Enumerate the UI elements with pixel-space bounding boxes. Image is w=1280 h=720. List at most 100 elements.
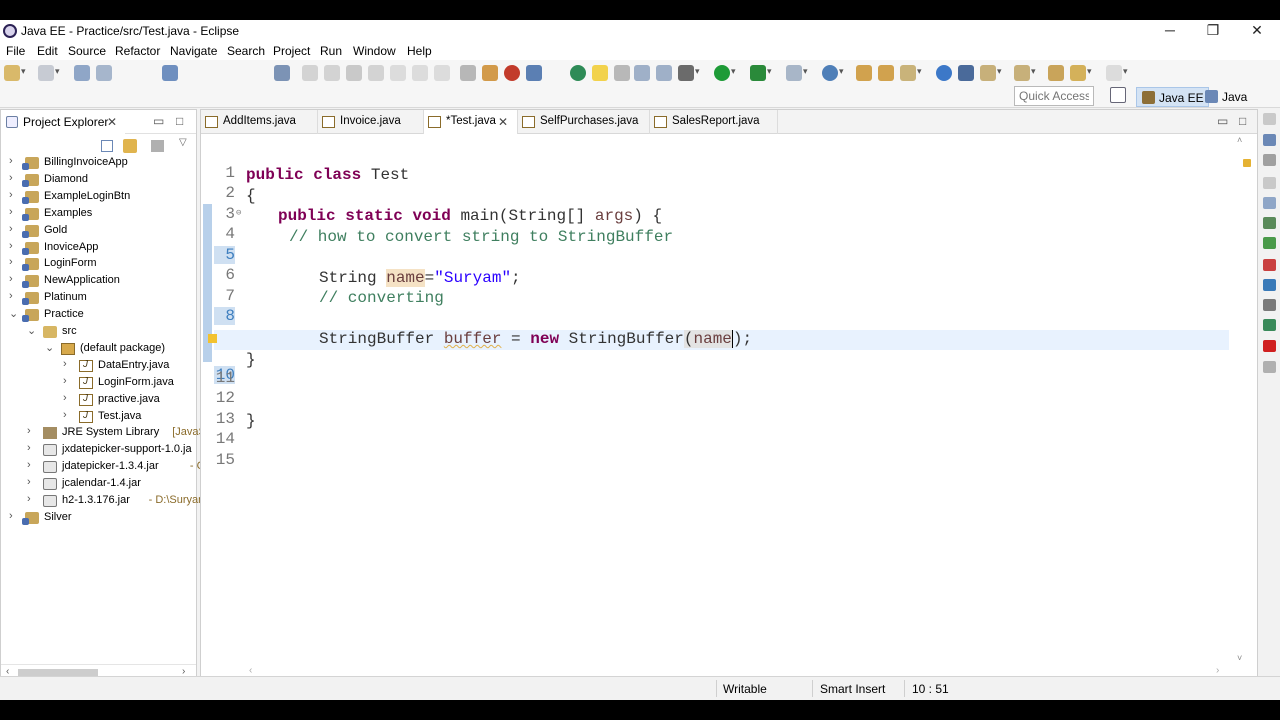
run-icon[interactable] xyxy=(714,65,736,81)
show-whitespace-icon[interactable] xyxy=(656,65,672,81)
javadoc-icon[interactable] xyxy=(1263,361,1276,373)
collapsed-arrow-icon[interactable]: › xyxy=(63,409,73,421)
new-file-icon[interactable] xyxy=(38,65,60,81)
tab-test[interactable]: *Test.java ✕ xyxy=(424,110,518,134)
skip-breakpoints-icon[interactable] xyxy=(274,65,290,81)
link-with-editor-icon[interactable] xyxy=(123,139,137,153)
collapsed-arrow-icon[interactable]: › xyxy=(9,510,19,522)
step-over-icon[interactable] xyxy=(412,65,428,81)
back-icon[interactable] xyxy=(1070,65,1092,81)
collapsed-arrow-icon[interactable]: › xyxy=(9,155,19,167)
new-icon[interactable] xyxy=(4,65,26,81)
collapsed-arrow-icon[interactable]: › xyxy=(27,459,37,471)
perspective-java-ee[interactable]: Java EE xyxy=(1136,87,1209,107)
search-tool-icon[interactable] xyxy=(900,65,922,81)
tab-selfpurchases[interactable]: SelfPurchases.java xyxy=(518,110,650,134)
step-into-icon[interactable] xyxy=(390,65,406,81)
collapsed-arrow-icon[interactable]: › xyxy=(27,493,37,505)
collapsed-arrow-icon[interactable]: › xyxy=(27,425,37,437)
scroll-right-icon[interactable]: › xyxy=(1216,665,1219,676)
maximize-button[interactable]: ❐ xyxy=(1193,21,1233,41)
save-icon[interactable] xyxy=(74,65,90,81)
highlight-icon[interactable] xyxy=(592,65,608,81)
markers-icon[interactable] xyxy=(1263,197,1276,209)
open-perspective-icon[interactable] xyxy=(570,65,586,81)
external-tools-icon[interactable] xyxy=(786,65,808,81)
step-return-icon[interactable] xyxy=(434,65,450,81)
use-step-filters-icon[interactable] xyxy=(460,65,476,81)
expanded-arrow-icon[interactable]: ⌄ xyxy=(27,324,37,337)
outline-icon[interactable] xyxy=(1263,134,1276,146)
warning-icon[interactable] xyxy=(208,334,217,343)
task-list-icon[interactable] xyxy=(1263,154,1276,166)
collapsed-arrow-icon[interactable]: › xyxy=(9,223,19,235)
open-perspective-button[interactable] xyxy=(1110,87,1126,103)
maximize-view-icon[interactable]: □ xyxy=(176,114,183,128)
filter-icon[interactable] xyxy=(151,140,164,152)
progress-icon[interactable] xyxy=(1263,319,1276,331)
fold-icon[interactable]: ⊖ xyxy=(236,208,241,218)
scroll-up-icon[interactable]: ˄ xyxy=(1237,135,1242,145)
disconnect-icon[interactable] xyxy=(368,65,384,81)
menu-search[interactable]: Search xyxy=(227,44,265,58)
forward-icon[interactable] xyxy=(1106,65,1128,81)
menu-source[interactable]: Source xyxy=(68,44,106,58)
collapsed-arrow-icon[interactable]: › xyxy=(9,172,19,184)
collapse-all-icon[interactable] xyxy=(101,140,113,152)
collapsed-arrow-icon[interactable]: › xyxy=(63,358,73,370)
minimize-editor-icon[interactable]: ▭ xyxy=(1217,114,1228,128)
last-edit-icon[interactable] xyxy=(1048,65,1064,81)
new-class-icon[interactable] xyxy=(822,65,844,81)
debug-icon[interactable] xyxy=(678,65,700,81)
menu-edit[interactable]: Edit xyxy=(37,44,58,58)
resume-icon[interactable] xyxy=(302,65,318,81)
restore-icon[interactable] xyxy=(1263,113,1276,125)
menu-run[interactable]: Run xyxy=(320,44,342,58)
maximize-editor-icon[interactable]: □ xyxy=(1239,114,1246,128)
scroll-down-icon[interactable]: ˅ xyxy=(1237,653,1242,663)
terminal-icon[interactable] xyxy=(162,65,178,81)
toggle-block-icon[interactable] xyxy=(634,65,650,81)
minimize-button[interactable]: ─ xyxy=(1150,21,1190,41)
close-window-button[interactable]: ✕ xyxy=(1237,21,1277,41)
menu-refactor[interactable]: Refactor xyxy=(115,44,160,58)
open-type-icon[interactable] xyxy=(856,65,872,81)
perspective-java[interactable]: Java xyxy=(1200,87,1251,107)
open-task-icon[interactable] xyxy=(878,65,894,81)
collapsed-arrow-icon[interactable]: › xyxy=(9,256,19,268)
scroll-left-icon[interactable]: ‹ xyxy=(249,665,252,676)
collapsed-arrow-icon[interactable]: › xyxy=(9,206,19,218)
menu-help[interactable]: Help xyxy=(407,44,432,58)
editor-vertical-scrollbar[interactable]: ˄ ˅ xyxy=(1231,135,1255,667)
console-icon[interactable] xyxy=(1263,299,1276,311)
web-service-icon[interactable] xyxy=(958,65,974,81)
project-explorer-tab[interactable]: Project Explorer ✕ xyxy=(1,110,125,134)
minimize-view-icon[interactable]: ▭ xyxy=(153,114,164,128)
run-coverage-icon[interactable] xyxy=(750,65,772,81)
properties-icon[interactable] xyxy=(1263,217,1276,229)
collapsed-arrow-icon[interactable]: › xyxy=(27,476,37,488)
wand-icon[interactable] xyxy=(614,65,630,81)
close-explorer-icon[interactable]: ✕ xyxy=(107,115,117,129)
next-annotation-icon[interactable] xyxy=(980,65,1002,81)
quick-access-input[interactable] xyxy=(1014,86,1094,106)
servers-icon[interactable] xyxy=(1263,237,1276,249)
previous-annotation-icon[interactable] xyxy=(1014,65,1036,81)
save-all-icon[interactable] xyxy=(96,65,112,81)
collapsed-arrow-icon[interactable]: › xyxy=(9,290,19,302)
tab-salesreport[interactable]: SalesReport.java xyxy=(650,110,778,134)
view-menu-icon[interactable]: ▽ xyxy=(179,137,187,148)
menu-window[interactable]: Window xyxy=(353,44,396,58)
collapsed-arrow-icon[interactable]: › xyxy=(9,273,19,285)
collapsed-arrow-icon[interactable]: › xyxy=(63,392,73,404)
server-icon[interactable] xyxy=(526,65,542,81)
close-tab-icon[interactable]: ✕ xyxy=(498,115,508,129)
expanded-arrow-icon[interactable]: ⌄ xyxy=(9,307,19,320)
collapsed-arrow-icon[interactable]: › xyxy=(63,375,73,387)
tab-additems[interactable]: AddItems.java xyxy=(201,110,318,134)
globe-icon[interactable] xyxy=(936,65,952,81)
debug-bug-icon[interactable] xyxy=(504,65,520,81)
build-icon[interactable] xyxy=(482,65,498,81)
search-view-icon[interactable] xyxy=(1263,340,1276,352)
expanded-arrow-icon[interactable]: ⌄ xyxy=(45,341,55,354)
